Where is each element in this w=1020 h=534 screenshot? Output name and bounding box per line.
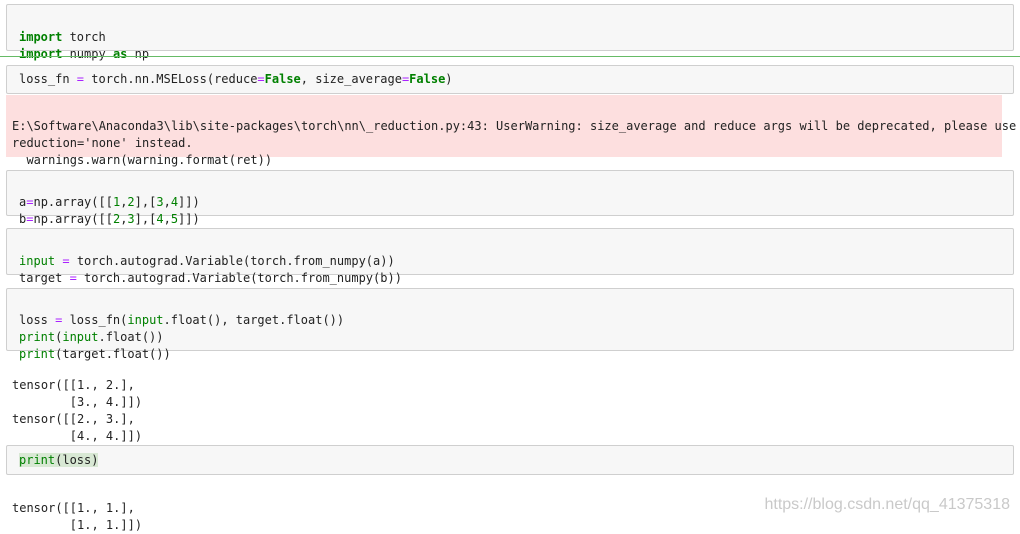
code-cell-4[interactable]: input = torch.autograd.Variable(torch.fr…	[6, 228, 1014, 285]
code-line: input = torch.autograd.Variable(torch.fr…	[19, 254, 395, 268]
code-line: print(target.float())	[19, 347, 171, 361]
code-line: import torch	[19, 30, 106, 44]
watermark-text: https://blog.csdn.net/qq_41375318	[764, 496, 1010, 513]
code-cell-2[interactable]: loss_fn = torch.nn.MSELoss(reduce=False,…	[6, 65, 1014, 94]
output-line: tensor([[1., 2.],	[12, 378, 135, 392]
output-line: [3., 4.]])	[12, 395, 143, 409]
warning-line: warnings.warn(warning.format(ret))	[12, 153, 273, 167]
stderr-output-text: E:\Software\Anaconda3\lib\site-packages\…	[12, 101, 1016, 169]
output-line: tensor([[2., 3.],	[12, 412, 135, 426]
code-cell-5[interactable]: loss = loss_fn(input.float(), target.flo…	[6, 288, 1014, 361]
output-line: [4., 4.]])	[12, 429, 143, 443]
code-cell-5-output: tensor([[1., 2.], [3., 4.]]) tensor([[2.…	[12, 360, 142, 445]
code-line: a=np.array([[1,2],[3,4]])	[19, 195, 200, 209]
selected-cell-divider	[0, 56, 1020, 57]
code-line: target = torch.autograd.Variable(torch.f…	[19, 271, 402, 285]
code-cell-4-source[interactable]: input = torch.autograd.Variable(torch.fr…	[19, 236, 402, 287]
output-line: [1., 1.]])	[12, 518, 143, 532]
code-line: b=np.array([[2,3],[4,5]])	[19, 212, 200, 226]
code-cell-3[interactable]: a=np.array([[1,2],[3,4]]) b=np.array([[2…	[6, 170, 1014, 226]
code-line: loss = loss_fn(input.float(), target.flo…	[19, 313, 345, 327]
warning-line: E:\Software\Anaconda3\lib\site-packages\…	[12, 119, 1017, 133]
selected-text[interactable]: print(loss)	[19, 453, 99, 467]
code-line: import numpy as np	[19, 47, 150, 61]
code-cell-5-source[interactable]: loss = loss_fn(input.float(), target.flo…	[19, 295, 344, 363]
code-cell-6[interactable]: print(loss)	[6, 445, 1014, 475]
code-cell-2-source[interactable]: loss_fn = torch.nn.MSELoss(reduce=False,…	[19, 71, 453, 88]
code-line: print(input.float())	[19, 330, 164, 344]
code-cell-6-output: tensor([[1., 1.], [1., 1.]])	[12, 483, 142, 534]
code-cell-1[interactable]: import torch import numpy as np	[6, 4, 1014, 61]
warning-line: reduction='none' instead.	[12, 136, 193, 150]
code-cell-3-source[interactable]: a=np.array([[1,2],[3,4]]) b=np.array([[2…	[19, 177, 200, 228]
output-line: tensor([[1., 1.],	[12, 501, 135, 515]
code-cell-6-source[interactable]: print(loss)	[19, 452, 99, 469]
